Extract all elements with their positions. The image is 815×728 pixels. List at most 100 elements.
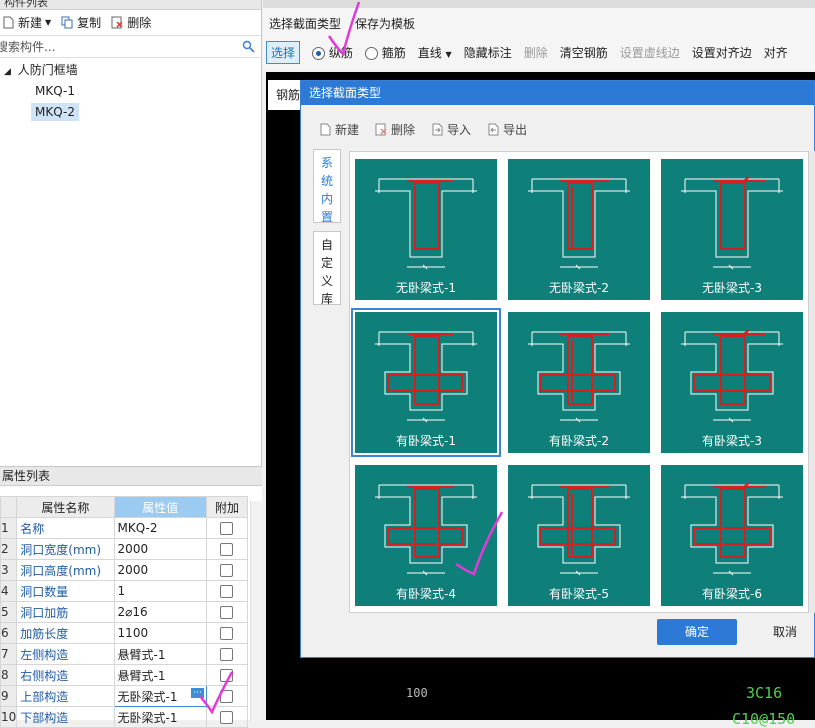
dropdown-arrow-icon[interactable]: ▼ (45, 18, 51, 27)
extra-checkbox-cell[interactable] (205, 517, 249, 539)
prop-value[interactable]: MKQ-2 (113, 517, 207, 539)
align-button[interactable]: 对齐 (764, 44, 788, 61)
prop-value[interactable]: 悬臂式-1 (113, 643, 207, 665)
section-caption: 有卧梁式-4 (396, 587, 456, 601)
copy-button[interactable]: 复制 (61, 14, 101, 31)
table-row[interactable]: 2 洞口宽度(mm) 2000 (0, 538, 249, 560)
hide-mark-button[interactable]: 隐藏标注 (464, 44, 512, 61)
prop-value[interactable]: 悬臂式-1 (113, 664, 207, 686)
stirrup-radio[interactable]: 箍筋 (364, 44, 406, 61)
prop-value-text: 无卧梁式-1 (117, 689, 178, 704)
checkbox[interactable] (220, 648, 234, 661)
tree-root[interactable]: ◢ 人防门框墙 (0, 60, 261, 81)
dimension-text: 100 (406, 686, 428, 700)
section-caption: 有卧梁式-5 (549, 587, 609, 601)
new-button[interactable]: 新建 ▼ (2, 14, 51, 31)
grid-scrollbar[interactable] (809, 151, 815, 613)
prop-value[interactable]: 无卧梁式-1 (113, 706, 207, 728)
prop-value-text: MKQ-2 (117, 521, 158, 535)
component-tree: ◢ 人防门框墙 MKQ-1 MKQ-2 (0, 58, 261, 123)
delete-label: 删除 (127, 16, 152, 30)
prop-name: 加筋长度 (16, 622, 115, 644)
panel-title: 构件列表 (0, 0, 261, 10)
checkbox[interactable] (220, 606, 234, 619)
section-caption: 有卧梁式-1 (396, 434, 456, 448)
set-align-edge-button[interactable]: 设置对齐边 (692, 44, 752, 61)
prop-value[interactable]: 2000 (113, 538, 207, 560)
section-thumbnail[interactable]: 无卧梁式-2 (508, 159, 650, 300)
prop-value[interactable]: 1 (113, 580, 207, 602)
line-label: 直线 (417, 45, 442, 60)
section-type-grid: 无卧梁式-1 无卧梁式-2 无卧梁式-3 有卧梁式-1 有卧梁式-2 有卧梁式-3 有卧梁式… (349, 151, 809, 613)
dialog-import-button[interactable]: 导入 (431, 121, 471, 138)
section-thumbnail[interactable]: 有卧梁式-3 (661, 312, 803, 453)
section-type-item[interactable]: 无卧梁式-3 (656, 152, 808, 305)
collapse-icon[interactable]: ◢ (4, 67, 11, 77)
section-thumbnail[interactable]: 无卧梁式-3 (661, 159, 803, 300)
table-row[interactable]: 7 左侧构造 悬臂式-1 (0, 643, 249, 665)
tree-item-label: MKQ-2 (31, 103, 79, 121)
ok-button[interactable]: 确定 (657, 619, 737, 645)
section-thumbnail[interactable]: 有卧梁式-2 (508, 312, 650, 453)
radio-checked-icon[interactable] (312, 46, 326, 60)
section-type-item[interactable]: 无卧梁式-2 (503, 152, 655, 305)
prop-value[interactable]: 2⌀16 (113, 601, 207, 623)
tree-item-mkq2[interactable]: MKQ-2 (0, 102, 261, 123)
handwritten-checkmark-icon (455, 511, 504, 576)
system-builtin-tab[interactable]: 系统内置 (313, 149, 341, 224)
rebar-tab[interactable]: 钢筋 (268, 80, 302, 110)
dialog-delete-button[interactable]: 删除 (375, 121, 415, 138)
extra-checkbox-cell[interactable] (205, 601, 249, 623)
section-thumbnail[interactable]: 无卧梁式-1 (355, 159, 497, 300)
search-input[interactable]: 搜索构件... (0, 38, 55, 55)
search-icon[interactable] (242, 40, 255, 53)
section-type-item[interactable]: 有卧梁式-2 (503, 305, 655, 458)
cancel-button[interactable]: 取消 (755, 619, 815, 645)
tree-item-mkq1[interactable]: MKQ-1 (0, 81, 261, 102)
tree-root-label: 人防门框墙 (17, 63, 78, 77)
checkbox[interactable] (220, 543, 234, 556)
extra-checkbox-cell[interactable] (205, 538, 249, 560)
table-row[interactable]: 1 名称 MKQ-2 (0, 517, 249, 539)
prop-value[interactable]: 1100 (113, 622, 207, 644)
clear-rebar-button[interactable]: 清空钢筋 (560, 44, 608, 61)
section-thumbnail[interactable]: 有卧梁式-5 (508, 465, 650, 606)
dialog-new-button[interactable]: 新建 (319, 121, 359, 138)
checkbox[interactable] (220, 564, 234, 577)
table-row[interactable]: 3 洞口高度(mm) 2000 (0, 559, 249, 581)
line-dropdown[interactable]: 直线 ▼ (418, 44, 452, 61)
extra-checkbox-cell[interactable] (205, 622, 249, 644)
checkbox[interactable] (220, 585, 234, 598)
custom-library-tab[interactable]: 自定义库 (313, 231, 341, 306)
radio-icon[interactable] (364, 46, 378, 60)
prop-value[interactable]: 无卧梁式-1 ··· (113, 685, 207, 707)
dialog-export-button[interactable]: 导出 (487, 121, 527, 138)
table-row[interactable]: 6 加筋长度 1100 (0, 622, 249, 644)
search-box[interactable]: 搜索构件... (0, 36, 261, 58)
section-type-item[interactable]: 无卧梁式-1 (350, 152, 502, 305)
section-type-item[interactable]: 有卧梁式-5 (503, 458, 655, 611)
extra-checkbox-cell[interactable] (205, 580, 249, 602)
delete-mark-button: 删除 (523, 45, 548, 60)
property-scrollbar[interactable] (250, 501, 262, 721)
table-row[interactable]: 5 洞口加筋 2⌀16 (0, 601, 249, 623)
section-thumbnail[interactable]: 有卧梁式-1 (351, 308, 501, 457)
section-type-item[interactable]: 有卧梁式-6 (656, 458, 808, 611)
prop-value[interactable]: 2000 (113, 559, 207, 581)
table-row[interactable]: 4 洞口数量 1 (0, 580, 249, 602)
prop-name: 下部构造 (16, 706, 115, 728)
section-type-item[interactable]: 有卧梁式-3 (656, 305, 808, 458)
extra-checkbox-cell[interactable] (205, 643, 249, 665)
checkbox[interactable] (220, 522, 234, 535)
prop-value-text: 2⌀16 (117, 605, 148, 619)
prop-extra-header: 附加 (205, 496, 249, 518)
section-caption: 有卧梁式-2 (549, 434, 609, 448)
delete-button[interactable]: 删除 (111, 14, 151, 31)
section-thumbnail[interactable]: 有卧梁式-6 (661, 465, 803, 606)
row-number: 3 (0, 559, 18, 581)
section-type-item[interactable]: 有卧梁式-1 (350, 305, 502, 458)
extra-checkbox-cell[interactable] (205, 559, 249, 581)
dialog-toolbar: 新建 删除 导入 导出 (319, 121, 527, 138)
select-button[interactable]: 选择 (266, 40, 301, 64)
checkbox[interactable] (220, 627, 234, 640)
